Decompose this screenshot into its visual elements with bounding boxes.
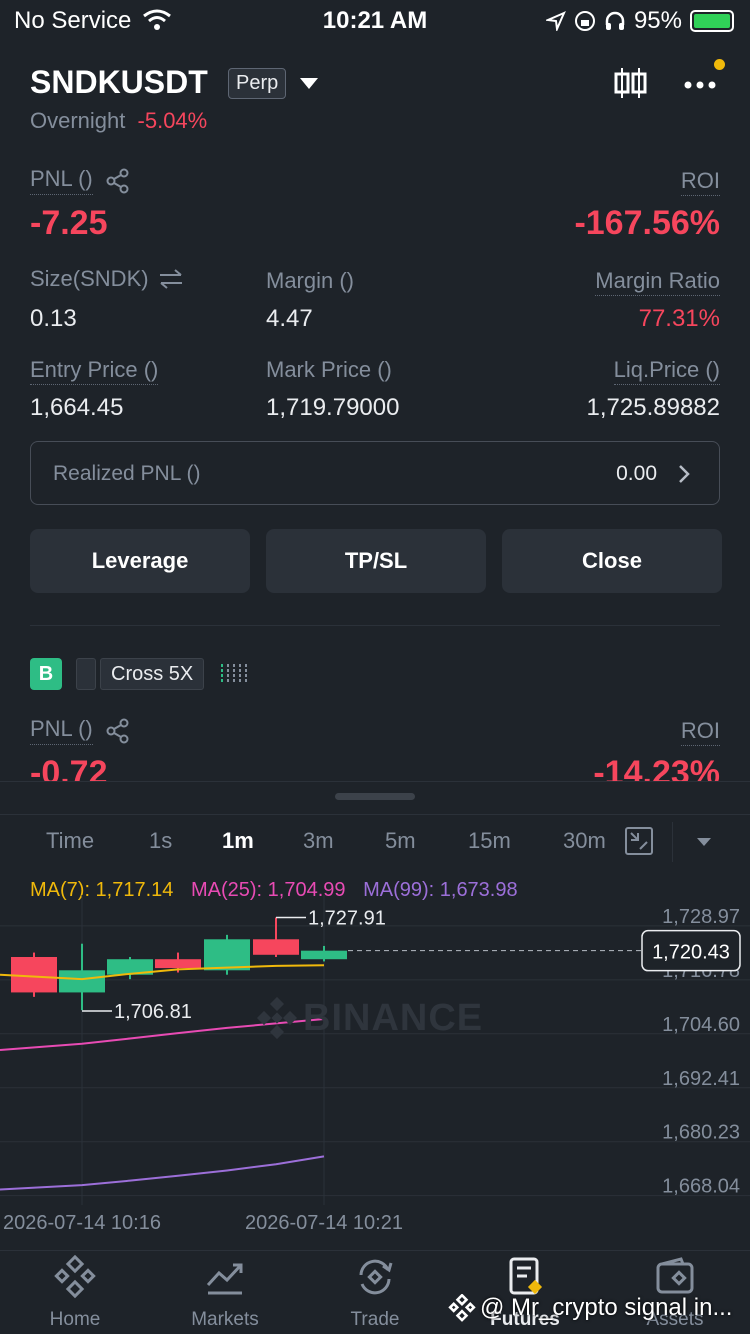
candle-body <box>253 939 299 955</box>
wallet-icon <box>656 1257 694 1294</box>
nav-markets-label: Markets <box>191 1309 259 1330</box>
overlay-watermark: @ Mr_crypto signal in... <box>448 1294 732 1322</box>
nav-trade-label: Trade <box>350 1309 400 1330</box>
low-label: 1,706.81 <box>114 1001 192 1023</box>
y-tick-label: 1,728.97 <box>662 906 740 928</box>
more-menu-icon[interactable] <box>682 70 722 100</box>
candle-body <box>155 959 201 969</box>
share-icon[interactable] <box>105 168 131 194</box>
candle-body <box>301 950 347 960</box>
y-tick-label: 1,668.04 <box>662 1176 740 1198</box>
tab-1m[interactable]: 1m <box>222 828 254 854</box>
nav-markets[interactable]: Markets <box>150 1251 300 1331</box>
tab-3m[interactable]: 3m <box>303 828 334 854</box>
high-label: 1,727.91 <box>308 908 386 930</box>
realized-pnl-row[interactable]: Realized PNL () 0.00 <box>30 441 720 505</box>
liq-price-label: Liq.Price () <box>613 357 720 385</box>
trade-swap-icon <box>359 1259 393 1295</box>
drag-handle[interactable] <box>335 793 415 800</box>
x-tick-label: 2026-07-14 10:16 <box>3 1212 161 1234</box>
entry-price-label: Entry Price () <box>30 357 159 385</box>
mark-price-label: Mark Price () <box>266 357 392 382</box>
status-bar: No Service 10:21 AM 95% <box>0 0 750 44</box>
ma99-line <box>0 1155 325 1191</box>
current-price-label: 1,720.43 <box>652 942 730 964</box>
candle-body <box>204 939 250 971</box>
share-icon-2[interactable] <box>105 718 131 744</box>
tpsl-button[interactable]: TP/SL <box>266 529 486 593</box>
section-divider <box>30 625 720 626</box>
margin-mode-badge: Cross 5X <box>100 658 205 690</box>
roi-value-2: -14.23% <box>593 754 720 781</box>
price-chart[interactable]: 1,728.971,716.781,704.601,692.411,680.23… <box>0 895 750 1245</box>
nav-trade[interactable]: Trade <box>300 1251 450 1331</box>
futures-doc-icon <box>509 1257 543 1295</box>
change-percent: -5.04% <box>137 108 208 133</box>
buy-side-badge: B <box>30 658 62 690</box>
location-arrow-icon <box>545 11 566 31</box>
realized-pnl-value: 0.00 <box>616 462 657 485</box>
nav-home-label: Home <box>49 1309 101 1330</box>
x-tick-label: 2026-07-14 10:21 <box>245 1212 403 1234</box>
watermark-text: BINANCE <box>303 996 484 1039</box>
chevron-right-icon <box>679 465 690 483</box>
realized-pnl-label: Realized PNL () <box>53 462 201 485</box>
notification-dot <box>714 59 725 70</box>
binance-small-icon <box>448 1294 476 1322</box>
tab-30m[interactable]: 30m <box>563 828 609 854</box>
session-label: Overnight <box>30 108 126 133</box>
pnl-label-2: PNL () <box>30 716 93 745</box>
symbol-title[interactable]: SNDKUSDT <box>30 64 208 101</box>
swap-icon[interactable] <box>157 267 185 291</box>
candle-body <box>59 970 105 993</box>
roi-value: -167.56% <box>574 204 720 242</box>
tab-Time[interactable]: Time <box>46 828 94 854</box>
entry-price-value: 1,664.45 <box>30 394 124 421</box>
symbol-badge-empty <box>76 658 96 690</box>
tab-15m[interactable]: 15m <box>468 828 511 854</box>
pnl-label: PNL () <box>30 166 93 195</box>
y-tick-label: 1,692.41 <box>662 1068 740 1090</box>
close-button[interactable]: Close <box>502 529 722 593</box>
leverage-button[interactable]: Leverage <box>30 529 250 593</box>
size-value: 0.13 <box>30 305 77 332</box>
binance-home-icon <box>54 1255 96 1299</box>
overlay-text: @ Mr_crypto signal in... <box>480 1294 733 1321</box>
adl-indicator-icon <box>221 664 247 684</box>
roi-label-2: ROI <box>680 718 720 746</box>
margin-ratio-label: Margin Ratio <box>595 268 720 296</box>
y-tick-label: 1,680.23 <box>662 1122 740 1144</box>
fullscreen-icon[interactable] <box>624 826 654 856</box>
y-tick-label: 1,704.60 <box>662 1014 740 1036</box>
tab-5m[interactable]: 5m <box>385 828 416 854</box>
markets-chart-icon <box>206 1263 243 1295</box>
tab-1s[interactable]: 1s <box>149 828 172 854</box>
pnl-value-2: -0.72 <box>30 754 108 781</box>
mark-price-value: 1,719.79000 <box>266 394 400 421</box>
battery-percent: 95% <box>633 7 682 34</box>
tabs-dropdown-icon[interactable] <box>697 838 711 846</box>
nav-home[interactable]: Home <box>0 1251 150 1331</box>
margin-value: 4.47 <box>266 305 313 332</box>
roi-label: ROI <box>680 168 720 196</box>
perp-badge: Perp <box>228 68 287 99</box>
size-label: Size(SNDK) <box>30 266 149 291</box>
candlestick-chart-icon[interactable] <box>612 66 648 100</box>
rotation-lock-icon <box>574 11 595 31</box>
battery-icon <box>690 10 734 32</box>
margin-label: Margin () <box>266 268 355 293</box>
symbol-dropdown-icon[interactable] <box>300 78 318 89</box>
liq-price-value: 1,725.89882 <box>586 394 720 421</box>
pnl-value: -7.25 <box>30 204 108 242</box>
headphones-icon <box>605 11 625 30</box>
margin-ratio-value: 77.31% <box>638 305 720 332</box>
binance-watermark-icon <box>256 996 298 1040</box>
